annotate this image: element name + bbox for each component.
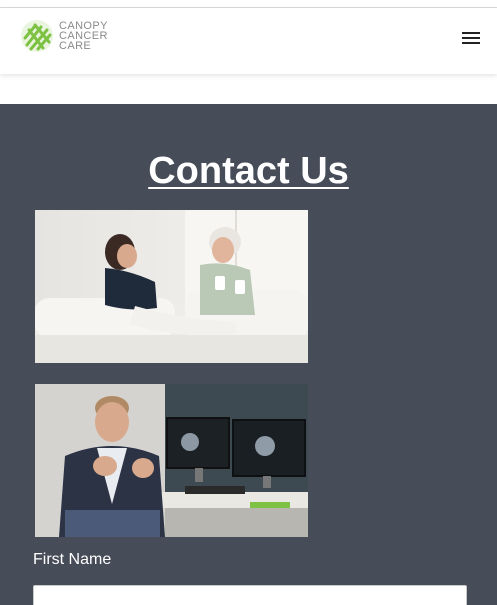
canopy-leaf-logo-icon [21, 20, 53, 52]
logo-wordmark: CANOPY CANCER CARE [59, 21, 108, 52]
header-spacer [0, 74, 497, 104]
logo-line-3: CARE [59, 40, 92, 52]
menu-bar [462, 32, 480, 34]
site-header: CANOPY CANCER CARE [0, 8, 497, 74]
photo-two-women-on-sofa-image [35, 210, 308, 363]
menu-bar [462, 37, 480, 39]
photo-man-at-computer-desk-image [35, 384, 308, 537]
photo-man-at-computer-desk [35, 384, 308, 537]
photo-two-women-on-sofa [35, 210, 308, 363]
canopy-logo[interactable]: CANOPY CANCER CARE [19, 18, 108, 54]
page-title: Contact Us [148, 150, 349, 192]
contact-section: Contact Us First Name [0, 104, 497, 605]
top-edge [0, 0, 497, 8]
hamburger-menu-icon[interactable] [459, 28, 483, 48]
first-name-input[interactable] [33, 585, 467, 605]
first-name-label: First Name [33, 551, 112, 568]
menu-bar [462, 42, 480, 44]
